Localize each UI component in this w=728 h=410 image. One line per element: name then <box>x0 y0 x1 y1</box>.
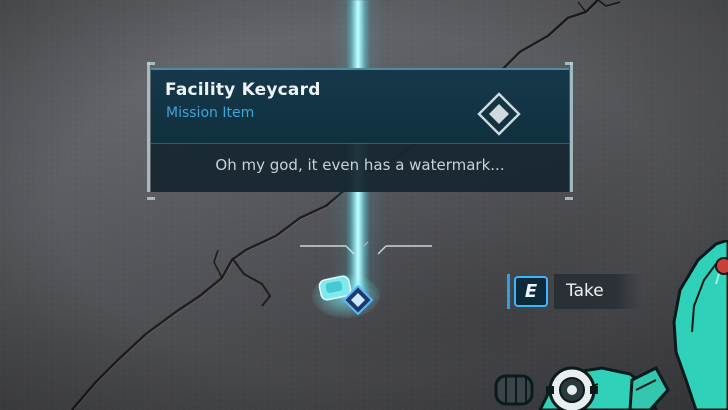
item-tooltip: Facility Keycard Mission Item Oh my god,… <box>147 62 573 200</box>
player-character <box>494 240 728 410</box>
keycard-item-icon[interactable] <box>312 270 382 322</box>
item-description: Oh my god, it even has a watermark... <box>215 156 505 174</box>
item-name: Facility Keycard <box>165 80 321 100</box>
game-scene: Facility Keycard Mission Item Oh my god,… <box>0 0 728 410</box>
ground-marker-lines <box>300 241 432 255</box>
item-category: Mission Item <box>166 105 255 121</box>
diamond-waypoint-icon <box>477 92 521 136</box>
tooltip-bracket-left <box>147 62 150 192</box>
tooltip-corner-tr <box>565 62 573 65</box>
tooltip-bracket-right <box>570 62 573 192</box>
tooltip-corner-tl <box>147 62 155 65</box>
tooltip-corner-br <box>565 197 573 200</box>
tooltip-divider <box>151 143 569 144</box>
tooltip-corner-bl <box>147 197 155 200</box>
